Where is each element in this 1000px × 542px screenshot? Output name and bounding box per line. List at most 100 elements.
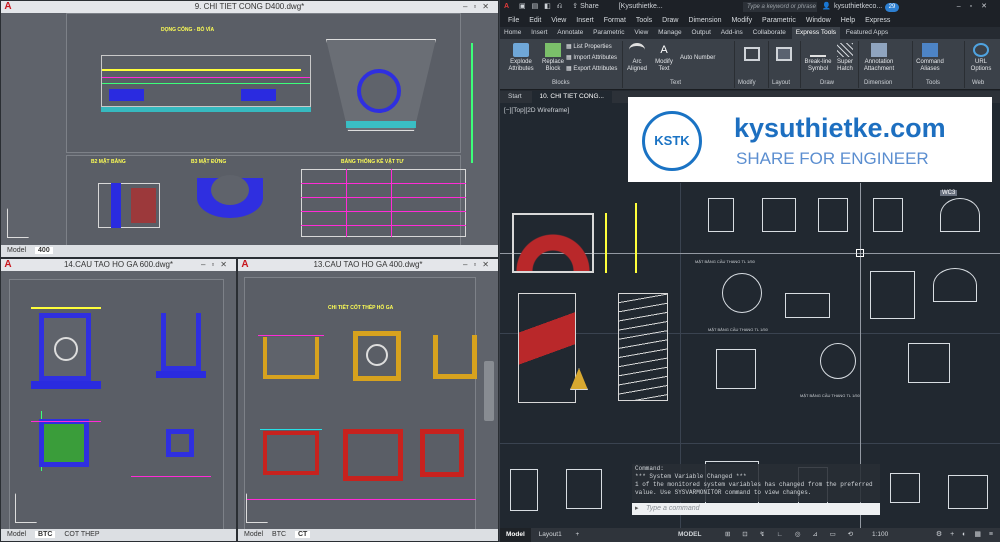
viewport-controls[interactable]: [−][Top][2D Wireframe] [504,107,569,114]
tab-express-tools[interactable]: Express Tools [791,27,841,39]
drawing-canvas[interactable]: DỌNG CỐNG - BÓ VỈA B2 MẶT BẰNG B3 MẶT ĐỨ… [1,13,498,245]
drawing-window-ho-ga-400[interactable]: A 13.CAU TAO HO GA 400.dwg* –▫✕ CHI TIẾT… [237,258,499,542]
menu-dimension[interactable]: Dimension [688,17,721,24]
arc-aligned-button[interactable]: Arc Aligned [625,43,649,73]
quick-access-toolbar[interactable]: A ▣ ▤ ◧ ⎌ ⇪ Share [Kysuthietke... Type a… [500,0,1000,14]
panel-label-draw[interactable]: Draw [820,80,834,86]
share-button[interactable]: Share [580,3,599,10]
panel-label-dimension[interactable]: Dimension [864,80,892,86]
menu-window[interactable]: Window [806,17,831,24]
breakline-symbol-button[interactable]: Break-line Symbol [802,43,834,73]
menu-express[interactable]: Express [865,17,890,24]
panel-label-text[interactable]: Text [670,80,681,86]
auto-number-button[interactable]: Auto Number [680,53,715,64]
tab-model-space[interactable]: Model [500,528,531,542]
menu-modify[interactable]: Modify [731,17,752,24]
panel-label-blocks[interactable]: Blocks [552,80,570,86]
list-properties-button[interactable]: ▦ List Properties [566,42,617,53]
annotation-attachment-button[interactable]: Annotation Attachment [860,43,898,73]
window-controls[interactable]: –▫✕ [463,259,495,271]
status-tools-icons[interactable]: ⊞ ⊡ ↯ ∟ ◎ ⊿ ▭ ⟲ [725,528,858,542]
layout-tools-icon[interactable] [772,47,796,63]
search-input[interactable]: Type a keyword or phrase [743,2,817,12]
export-attributes-button[interactable]: ▦ Export Attributes [566,64,617,75]
doc-tab-active[interactable]: 10. CHI TIET CONG... [531,91,612,103]
menu-parametric[interactable]: Parametric [762,17,796,24]
menu-bar[interactable]: File Edit View Insert Format Tools Draw … [500,14,1000,27]
menu-file[interactable]: File [508,17,519,24]
tab-collaborate[interactable]: Collaborate [749,27,790,39]
modify-tools-icon[interactable] [740,47,764,63]
window-titlebar[interactable]: A 9. CHI TIET CONG D400.dwg* –▫✕ [1,1,498,13]
layout-tabs[interactable]: Model BTC COT THEP [1,529,236,541]
window-controls[interactable]: –▫✕ [201,259,233,271]
menu-view[interactable]: View [551,17,566,24]
import-attributes-button[interactable]: ▦ Import Attributes [566,53,617,64]
menu-help[interactable]: Help [841,17,855,24]
scrollbar[interactable] [484,361,494,421]
panel-label-web[interactable]: Web [972,80,984,86]
ribbon-tabs[interactable]: Home Insert Annotate Parametric View Man… [500,27,1000,39]
window-titlebar[interactable]: A 14.CAU TAO HO GA 600.dwg* –▫✕ [1,259,236,271]
menu-draw[interactable]: Draw [662,17,678,24]
menu-insert[interactable]: Insert [576,17,594,24]
layout-tabs[interactable]: Model 400 [1,245,498,257]
tab-model[interactable]: Model [244,531,263,538]
drawing-canvas[interactable] [1,271,236,529]
doc-tab-start[interactable]: Start [500,91,530,103]
drawing-window-cong-d400[interactable]: A 9. CHI TIET CONG D400.dwg* –▫✕ DỌNG CỐ… [0,0,499,258]
panel-label-modify[interactable]: Modify [738,80,756,86]
command-input[interactable]: ▸ Type a command [632,503,880,515]
user-icon[interactable]: 👤 [822,0,831,14]
drawing-window-ho-ga-600[interactable]: A 14.CAU TAO HO GA 600.dwg* –▫✕ Model BT… [0,258,237,542]
tab-btc[interactable]: BTC [35,531,56,538]
tab-layout1[interactable]: Layout1 [533,528,568,542]
menu-tools[interactable]: Tools [636,17,652,24]
explode-attributes-button[interactable]: Explode Attributes [504,43,538,73]
command-aliases-button[interactable]: Command Aliases [914,43,946,73]
manhole-plan-drawing [39,419,89,467]
autocad-main-window[interactable]: A ▣ ▤ ◧ ⎌ ⇪ Share [Kysuthietke... Type a… [500,0,1000,542]
status-right-icons[interactable]: ⚙ + ◐ ▦ ≡ [936,528,996,542]
panel-label-layout[interactable]: Layout [772,80,790,86]
layout-tabs[interactable]: Model BTC CT [238,529,498,541]
window-controls[interactable]: –▫✕ [957,0,996,14]
tab-cot-thep[interactable]: COT THEP [64,531,99,538]
replace-block-button[interactable]: Replace Block [540,43,566,73]
tab-model[interactable]: Model [7,531,26,538]
tab-model[interactable]: Model [7,247,26,254]
tab-view[interactable]: View [630,27,652,39]
super-hatch-button[interactable]: Super Hatch [834,43,856,73]
menu-edit[interactable]: Edit [529,17,541,24]
window-controls[interactable]: –▫✕ [463,1,495,13]
url-options-button[interactable]: URL Options [966,43,996,73]
add-layout-icon[interactable]: + [570,528,586,542]
qat-icons[interactable]: ▣ ▤ ◧ ⎌ [519,3,564,10]
drawing-fill [131,188,156,223]
tab-featured-apps[interactable]: Featured Apps [842,27,892,39]
tab-ct[interactable]: CT [294,531,311,538]
tab-insert[interactable]: Insert [527,27,551,39]
model-toggle[interactable]: MODEL [678,528,701,542]
tab-btc[interactable]: BTC [272,531,286,538]
menu-format[interactable]: Format [604,17,626,24]
user-name[interactable]: kysuthietkeco... [834,0,882,14]
notification-badge[interactable]: 29 [885,3,899,12]
tab-add-ins[interactable]: Add-ins [717,27,747,39]
tab-manage[interactable]: Manage [654,27,686,39]
panel-label-tools[interactable]: Tools [926,80,940,86]
drawing-canvas[interactable]: CHI TIẾT CỐT THÉP HỐ GA [238,271,498,529]
separator [912,41,913,88]
autocad-logo-icon[interactable]: A [504,3,509,10]
tab-output[interactable]: Output [687,27,715,39]
arc-text-icon [629,43,645,57]
tab-parametric[interactable]: Parametric [589,27,628,39]
share-icon[interactable]: ⇪ [572,3,578,10]
tab-annotate[interactable]: Annotate [553,27,587,39]
annotation-scale[interactable]: 1:100 [872,528,888,542]
modify-text-button[interactable]: A Modify Text [652,43,676,73]
tab-home[interactable]: Home [500,27,525,39]
drawing-line [31,307,101,309]
tab-400[interactable]: 400 [35,247,53,254]
window-titlebar[interactable]: A 13.CAU TAO HO GA 400.dwg* –▫✕ [238,259,498,271]
